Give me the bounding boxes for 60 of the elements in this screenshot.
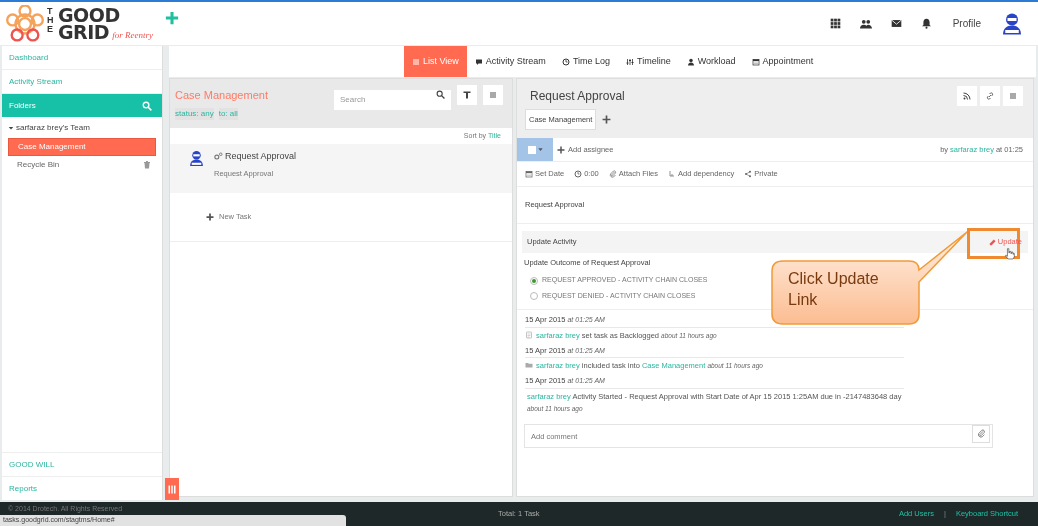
plus-icon[interactable] (602, 115, 612, 125)
task-title: Request Approval (225, 150, 297, 163)
paperclip-icon (976, 429, 986, 439)
radio-button[interactable] (530, 276, 538, 285)
trash-icon[interactable] (143, 161, 151, 169)
radio-button[interactable] (530, 292, 538, 300)
filter-button[interactable] (457, 85, 477, 105)
bell-icon[interactable] (920, 18, 932, 29)
search-field[interactable]: Search (334, 89, 451, 110)
view-tab[interactable]: Appointment (743, 46, 822, 77)
logo-tagline: for Reentry (112, 28, 153, 41)
document-icon (525, 330, 533, 339)
avatar-icon (1000, 11, 1024, 36)
envelope-icon[interactable] (890, 18, 902, 29)
list-title: Case Management (175, 87, 268, 103)
filter-icon (463, 91, 471, 99)
status-dropdown[interactable] (517, 138, 553, 161)
plus-icon (557, 145, 565, 154)
view-tab[interactable]: Activity Stream (466, 46, 554, 77)
link-icon (986, 92, 994, 100)
checkbox[interactable] (527, 145, 536, 154)
profile-link[interactable]: Profile (952, 16, 981, 31)
share-icon (744, 170, 753, 178)
callout-text: Click Update Link (788, 269, 880, 310)
paperclip-icon (608, 170, 617, 178)
folder-label: Recycle Bin (17, 159, 60, 171)
comment-icon (474, 57, 483, 66)
folder-item[interactable]: Recycle Bin (8, 156, 156, 174)
grid-icon[interactable] (829, 18, 841, 29)
sliders-icon (626, 57, 635, 66)
calendar-icon (751, 57, 760, 66)
caret-down-icon (537, 147, 543, 152)
clock-icon (561, 57, 570, 66)
logo-text: THE (47, 6, 55, 34)
rss-icon (963, 92, 971, 100)
view-tab[interactable]: Time Log (553, 46, 619, 77)
pencil-icon (988, 238, 996, 246)
calendar-icon (525, 170, 533, 178)
folder-label: Case Management (18, 141, 86, 153)
view-tab[interactable]: Timeline (618, 46, 679, 77)
folder-icon (525, 361, 533, 370)
plus-icon (206, 213, 214, 221)
search-icon[interactable] (436, 90, 445, 99)
link-button[interactable] (980, 86, 1000, 106)
logo-text: GRID (58, 23, 110, 41)
folders-label: Folders (9, 99, 36, 112)
bars-icon (168, 484, 176, 494)
sidebar-toggle-button[interactable] (165, 478, 179, 500)
logo-text: GOOD (58, 6, 121, 24)
rss-button[interactable] (957, 86, 977, 106)
task-heading: Request Approval (530, 88, 625, 105)
clock-icon (574, 170, 583, 178)
team-label[interactable]: sarfaraz brey's Team (16, 122, 90, 134)
avatar-icon (188, 150, 205, 167)
flower-logo-icon (6, 4, 44, 43)
gears-icon (214, 152, 223, 162)
view-tab[interactable]: Workload (678, 46, 744, 77)
dependency-icon (668, 170, 676, 178)
user-icon (686, 57, 695, 66)
users-icon[interactable] (859, 17, 872, 30)
